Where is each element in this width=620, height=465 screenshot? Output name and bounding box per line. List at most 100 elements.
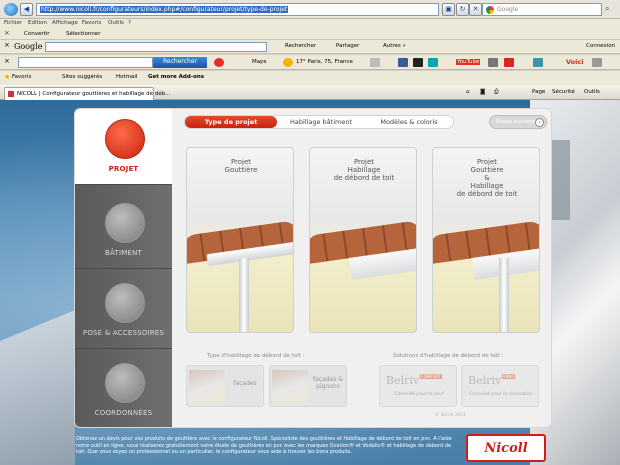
back-nav-icon[interactable]: ◀	[20, 3, 33, 16]
amazon-icon[interactable]	[413, 58, 423, 67]
video-icon[interactable]	[504, 58, 514, 67]
bing-search-button[interactable]: Rechercher	[153, 57, 207, 68]
brand-tag: COMFORT	[420, 374, 442, 379]
sidebar-item-label: BÂTIMENT	[105, 249, 142, 257]
voici-button[interactable]: Voici	[566, 58, 583, 66]
intro-text: Obtenez un devis pour vos produits de go…	[76, 436, 452, 455]
fav-sites-suggeres[interactable]: Sites suggérés	[62, 74, 102, 80]
outils-menu[interactable]: Outils	[584, 89, 600, 95]
address-url: http://www.nicoll.fr/configurateurs/inde…	[40, 6, 289, 13]
building-icon	[105, 203, 145, 243]
home-icon[interactable]: ⌂	[466, 89, 470, 95]
habillage-section-title: Type d'habillage de débord de toit :	[207, 353, 305, 359]
card-projet-gouttiere[interactable]: Projet Gouttière	[186, 147, 294, 333]
securite-menu[interactable]: Sécurité	[552, 89, 575, 95]
sidebar-item-projet[interactable]: PROJET	[75, 109, 172, 185]
convertir-button[interactable]: Convertir	[24, 31, 50, 37]
facebook-icon[interactable]	[398, 58, 408, 67]
print-icon[interactable]: ⎙	[494, 89, 498, 96]
sidebar-item-batiment[interactable]: BÂTIMENT	[75, 193, 172, 269]
menu-affichage[interactable]: Affichage	[52, 20, 78, 26]
option-facades-pignons[interactable]: façades & pignons	[269, 365, 347, 407]
card-projet-gouttiere-habillage[interactable]: Projet Gouttière & Habillage de débord d…	[432, 147, 540, 333]
brand-subtitle: Conseillé pour la rénovation	[469, 392, 533, 397]
page-menu[interactable]: Page	[532, 89, 545, 95]
fav-hotmail[interactable]: Hotmail	[116, 74, 137, 80]
brand-tag: RÉNO	[502, 374, 516, 379]
google-partager-button[interactable]: Partager	[336, 43, 359, 49]
sidebar-item-coordonnees[interactable]: COORDONNÉES	[75, 353, 172, 427]
google-search-input[interactable]	[45, 42, 267, 52]
configurator-step-nav: Type de projet Habillage bâtiment Modèle…	[184, 115, 454, 129]
tools-icon[interactable]	[592, 58, 602, 67]
downpipe-image	[499, 258, 509, 332]
close-bing-toolbar-icon[interactable]: ×	[4, 57, 10, 65]
facades-thumbnail	[189, 370, 225, 404]
stop-icon[interactable]: ✕	[469, 3, 482, 16]
tab-type-de-projet[interactable]: Type de projet	[185, 116, 277, 128]
google-connexion-link[interactable]: Connexion	[586, 43, 615, 49]
contact-icon	[105, 363, 145, 403]
feeds-icon[interactable]: ◙	[480, 89, 485, 95]
web-viewport: PROJET BÂTIMENT POSE & ACCESSOIRES COORD…	[0, 100, 620, 465]
google-rechercher-button[interactable]: Rechercher	[285, 43, 316, 49]
google-autres-button[interactable]: Autres »	[383, 43, 406, 49]
facades-pignons-thumbnail	[272, 370, 308, 404]
sidebar-item-pose-accessoires[interactable]: POSE & ACCESSOIRES	[75, 273, 172, 349]
next-step-button[interactable]: Etape suivante ›	[489, 115, 547, 129]
twitter-icon[interactable]	[533, 58, 543, 67]
fav-get-more-addons[interactable]: Get more Add-ons	[148, 74, 204, 80]
mail-icon[interactable]	[370, 58, 380, 67]
tab-habillage-batiment[interactable]: Habillage bâtiment	[277, 116, 365, 128]
configurator-panel: PROJET BÂTIMENT POSE & ACCESSOIRES COORD…	[74, 108, 552, 428]
sidebar-item-label: POSE & ACCESSOIRES	[82, 329, 165, 337]
sidebar-item-label: PROJET	[108, 165, 139, 173]
brand-subtitle: Conseillé pour le neuf	[394, 392, 444, 397]
gutter-icon	[105, 119, 164, 159]
tab-modeles-coloris[interactable]: Modèles & coloris	[365, 116, 453, 128]
browser-search-box[interactable]: Google	[482, 3, 602, 16]
selectionner-button[interactable]: Sélectionner	[66, 31, 100, 37]
bing-search-input[interactable]	[18, 57, 153, 68]
address-bar[interactable]: http://www.nicoll.fr/configurateurs/inde…	[36, 3, 439, 16]
card-projet-habillage[interactable]: Projet Habillage de débord de toit	[309, 147, 417, 333]
tab-nicoll[interactable]: NICOLL | Configurateur gouttières et hab…	[4, 87, 170, 100]
refresh-icon[interactable]: ↻	[456, 3, 469, 16]
close-toolbar-icon[interactable]: ×	[4, 29, 10, 37]
youtube-button[interactable]: YouTube	[456, 59, 481, 65]
menu-fichier[interactable]: Fichier	[4, 20, 22, 26]
brand-belriv-reno[interactable]: Belriv RÉNO Conseillé pour la rénovation	[461, 365, 539, 407]
option-label: façades	[233, 380, 257, 387]
bing-toolbar: × Rechercher Maps 17° Paris, 75, France …	[0, 55, 620, 70]
brand-belriv-comfort[interactable]: Belriv COMFORT Conseillé pour le neuf	[379, 365, 457, 407]
nicoll-favicon-icon	[8, 91, 14, 97]
menu-help[interactable]: ?	[128, 20, 131, 26]
solutions-section-title: Solutions d'habillage de débord de toit …	[393, 353, 504, 359]
menu-bar: Fichier Edition Affichage Favoris Outils…	[0, 19, 620, 29]
option-facades[interactable]: façades	[186, 365, 264, 407]
news-icon[interactable]	[488, 58, 498, 67]
maps-button[interactable]: Maps	[252, 59, 266, 65]
arrow-right-icon: ›	[535, 118, 544, 127]
card-title: Projet Habillage de débord de toit	[333, 158, 395, 182]
card-title: Projet Gouttière	[224, 158, 258, 174]
search-go-icon[interactable]: ⌕	[605, 4, 616, 15]
sidebar-item-label: COORDONNÉES	[94, 409, 153, 417]
option-label: façades & pignons	[313, 376, 343, 390]
search-placeholder: Google	[497, 6, 519, 13]
menu-favoris[interactable]: Favoris	[82, 20, 101, 26]
tab-bar: NICOLL | Configurateur gouttières et hab…	[0, 85, 620, 100]
next-step-label: Etape suivante	[496, 119, 538, 125]
compat-view-icon[interactable]: ▣	[442, 3, 455, 16]
favorites-button[interactable]: Favoris	[12, 74, 31, 80]
menu-edition[interactable]: Edition	[28, 20, 47, 26]
nicoll-logo[interactable]: Nicoll	[466, 434, 546, 462]
close-google-toolbar-icon[interactable]: ×	[4, 41, 10, 49]
address-toolbar: ◀ http://www.nicoll.fr/configurateurs/in…	[0, 0, 620, 19]
weather-text[interactable]: 17° Paris, 75, France	[296, 59, 353, 65]
shop-icon[interactable]	[428, 58, 438, 67]
tab-title: NICOLL | Configurateur gouttières et hab…	[17, 91, 171, 97]
favorites-star-icon: ★	[4, 73, 11, 81]
menu-outils[interactable]: Outils	[108, 20, 124, 26]
ask-icon[interactable]	[214, 58, 224, 67]
